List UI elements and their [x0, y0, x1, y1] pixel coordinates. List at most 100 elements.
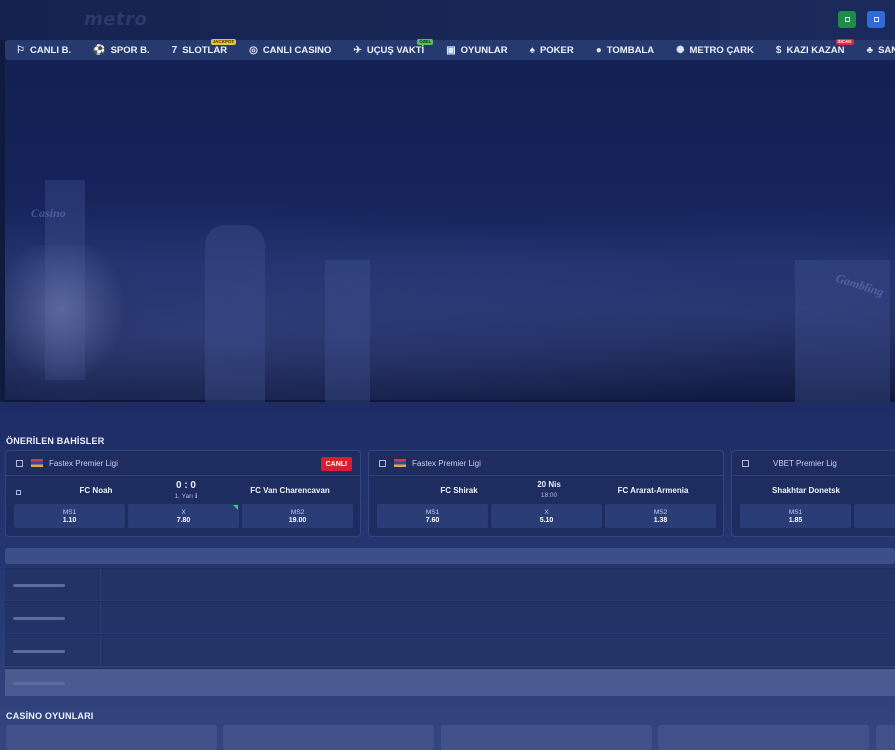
odd-button-ms2[interactable]: MS2 1.38	[605, 504, 716, 528]
league-name: VBET Premier Lig	[773, 458, 837, 468]
nav-item-poker[interactable]: ♠ POKER	[519, 40, 585, 60]
nav-item-label: KAZI KAZAN	[786, 44, 845, 56]
login-icon	[844, 17, 850, 22]
special-badge: ÖZEL	[417, 39, 434, 45]
main-nav: ⚐ CANLI B. ⚽ SPOR B. 7 SLOTLAR JACKPOT ◎…	[5, 39, 895, 60]
bet-card-header: Fastex Premier Ligi CANLI	[6, 451, 360, 476]
recommended-bets-title: ÖNERİLEN BAHİSLER	[6, 436, 105, 446]
nav-item-tombala[interactable]: ● TOMBALA	[585, 40, 665, 60]
scratch-icon: $	[775, 44, 782, 56]
odd-button-x[interactable]: X 7.80	[128, 504, 239, 528]
nav-item-label: OYUNLAR	[460, 44, 508, 56]
casino-game-tile[interactable]	[6, 725, 217, 750]
home-team: FC Noah	[79, 486, 113, 495]
odds-up-icon	[233, 505, 238, 510]
odd-button-ms1[interactable]: MS1 1.10	[14, 504, 125, 528]
odds-row: MS1 7.60 X 5.10 MS2 1.38	[377, 504, 716, 528]
nav-item-label: CANLI B.	[29, 44, 72, 56]
loading-row	[5, 668, 895, 696]
nav-item-live-casino[interactable]: ◎ CANLI CASINO	[238, 40, 342, 60]
odd-label: X	[544, 508, 549, 516]
odd-value: 19.00	[288, 516, 307, 524]
match-period-label: 1. Yarı	[174, 493, 194, 500]
odd-button-ms1[interactable]: MS1 7.60	[377, 504, 488, 528]
odd-button-x[interactable]	[854, 504, 895, 528]
nav-item-label: METRO ÇARK	[689, 44, 754, 56]
nav-item-label: SPOR B.	[110, 44, 150, 56]
nav-item-label: CANLI CASINO	[262, 44, 332, 56]
odd-label: X	[181, 508, 186, 516]
bet-card[interactable]: Fastex Premier Ligi CANLI FC Noah 0 : 0 …	[5, 450, 361, 537]
nav-item-slots[interactable]: 7 SLOTLAR JACKPOT	[161, 39, 238, 60]
bet-card[interactable]: Fastex Premier Ligi FC Shirak 20 Nis 18:…	[368, 450, 724, 537]
stats-icon[interactable]	[16, 490, 21, 495]
spade-icon: ♠	[529, 44, 535, 56]
loading-row	[5, 634, 895, 667]
loading-line	[13, 682, 65, 685]
site-logo[interactable]: metro	[84, 9, 147, 30]
nav-item-scratch[interactable]: $ KAZI KAZAN SICAK	[765, 39, 856, 60]
hero-building	[205, 225, 265, 402]
tombala-icon: ●	[595, 44, 602, 56]
loading-row	[5, 601, 895, 634]
plane-icon: ✈	[353, 44, 362, 56]
casino-games-title: CASİNO OYUNLARI	[6, 711, 94, 721]
nav-item-metro-wheel[interactable]: ✺ METRO ÇARK	[665, 40, 765, 60]
league-name: Fastex Premier Ligi	[49, 458, 118, 468]
match-time: 18:00	[540, 492, 558, 499]
odd-button-ms2[interactable]: MS2 19.00	[242, 504, 353, 528]
away-team: FC Ararat-Armenia	[617, 486, 689, 495]
login-button[interactable]	[838, 11, 856, 28]
register-button[interactable]	[867, 11, 885, 28]
wheel-icon: ✺	[676, 44, 685, 56]
info-icon[interactable]: ℹ	[195, 493, 197, 500]
row-divider	[100, 569, 101, 601]
odd-label: MS2	[653, 508, 668, 516]
top-header: metro	[0, 0, 895, 40]
nav-item-games[interactable]: ▣ OYUNLAR	[435, 40, 518, 60]
odd-value: 7.60	[425, 516, 440, 524]
away-team: FC Van Charencavan	[250, 486, 330, 495]
odd-value: 1.38	[653, 516, 668, 524]
nav-item-live-betting[interactable]: ⚐ CANLI B.	[5, 40, 82, 60]
odd-value: 5.10	[539, 516, 554, 524]
casino-game-tile[interactable]	[658, 725, 869, 750]
home-team: FC Shirak	[440, 486, 478, 495]
seven-icon: 7	[171, 44, 178, 56]
games-icon: ▣	[446, 44, 456, 56]
hero-character	[5, 245, 145, 402]
loading-header-bar	[5, 548, 895, 564]
loading-line	[13, 650, 65, 653]
odd-value: 7.80	[176, 516, 191, 524]
nav-item-label: SANAL B.	[878, 44, 895, 56]
chip-icon: ◎	[249, 44, 258, 56]
hot-badge: SICAK	[835, 39, 854, 45]
hero-building	[325, 260, 370, 402]
hero-casino-sign: Casino	[31, 206, 66, 220]
nav-item-label: SLOTLAR	[182, 44, 228, 56]
row-divider	[100, 635, 101, 667]
match-score: 0 : 0	[175, 480, 196, 491]
match-teams: Shakhtar Donetsk	[732, 478, 895, 502]
odd-button-x[interactable]: X 5.10	[491, 504, 602, 528]
nav-item-virtual[interactable]: ♣ SANAL B.	[856, 40, 895, 60]
casino-game-tile[interactable]	[223, 725, 434, 750]
bet-card-header: VBET Premier Lig	[732, 451, 895, 476]
odd-button-ms1[interactable]: MS1 1.85	[740, 504, 851, 528]
favorite-checkbox[interactable]	[16, 459, 23, 467]
loading-row	[5, 568, 895, 601]
row-divider	[100, 602, 101, 634]
hero-banner[interactable]: Casino Gambling	[5, 60, 895, 402]
casino-game-tile[interactable]	[876, 725, 895, 750]
live-badge[interactable]: CANLI	[320, 457, 352, 471]
nav-item-flight-time[interactable]: ✈ UÇUŞ VAKTİ ÖZEL	[342, 39, 435, 60]
odd-value: 1.10	[62, 516, 77, 524]
casino-game-tile[interactable]	[441, 725, 652, 750]
favorite-checkbox[interactable]	[742, 459, 749, 467]
loading-line	[13, 617, 65, 620]
odds-row: MS1 1.85	[740, 504, 895, 528]
bet-card[interactable]: VBET Premier Lig Shakhtar Donetsk MS1 1.…	[731, 450, 895, 537]
live-icon: ⚐	[16, 44, 25, 56]
favorite-checkbox[interactable]	[379, 459, 386, 467]
nav-item-sports-betting[interactable]: ⚽ SPOR B.	[82, 40, 161, 60]
